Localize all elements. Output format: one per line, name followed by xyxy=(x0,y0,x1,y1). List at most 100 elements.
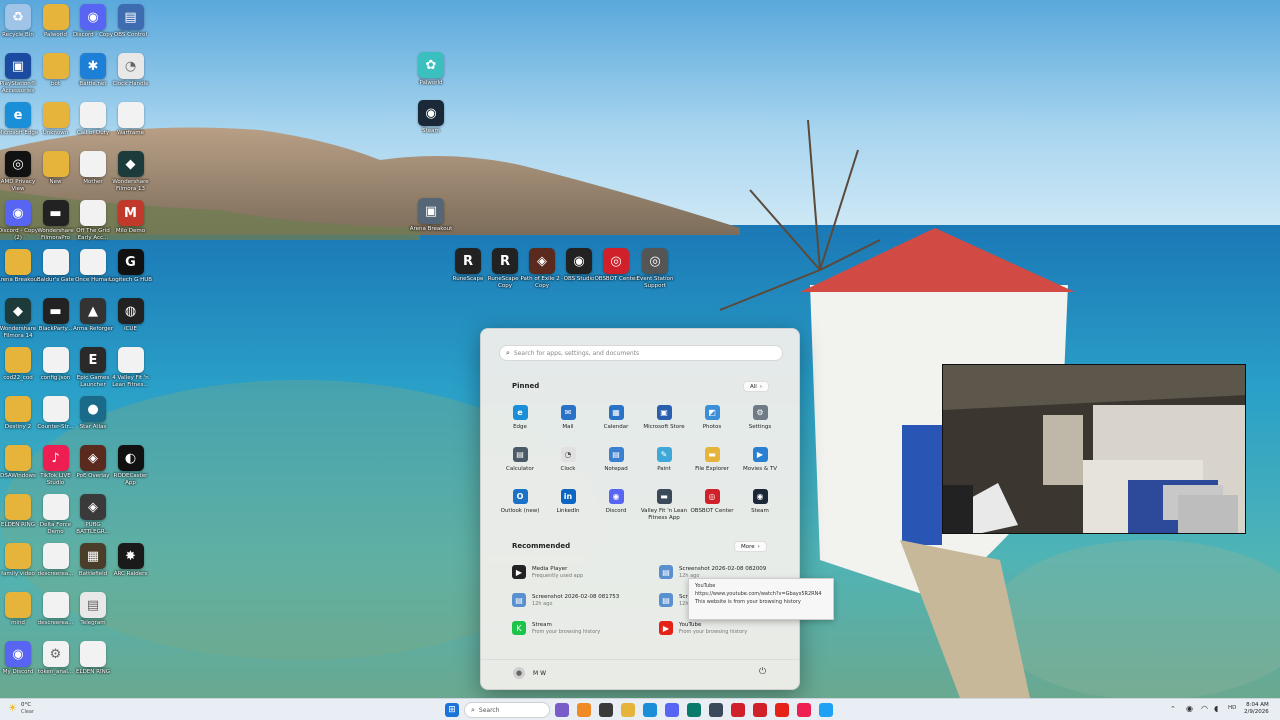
steam-icon[interactable] xyxy=(709,703,723,717)
pinned-app[interactable]: ◉ Steam xyxy=(736,489,784,515)
paint-icon[interactable] xyxy=(577,703,591,717)
pinned-app[interactable]: ◔ Clock xyxy=(544,447,592,473)
start-button[interactable]: ⊞ xyxy=(445,703,459,717)
pinned-app[interactable]: ▦ Calendar xyxy=(592,405,640,431)
recommended-item[interactable]: ▤ Screenshot 2026-02-08 081753 12h ago xyxy=(512,593,652,607)
divider xyxy=(481,659,799,660)
tray-chevron-icon[interactable]: ⌃ xyxy=(1170,705,1176,713)
desktop-icon[interactable]: Warframe xyxy=(108,102,154,137)
desktop-icon-image: ▣ xyxy=(5,53,31,79)
pinned-app[interactable]: ◉ Discord xyxy=(592,489,640,515)
pinned-app[interactable]: ✎ Paint xyxy=(640,447,688,473)
desktop-icon-label: iCUE xyxy=(124,326,137,332)
network-icon[interactable]: ◉ xyxy=(1186,704,1193,713)
pinned-app[interactable]: in LinkedIn xyxy=(544,489,592,515)
start-search-input[interactable]: ⌕ Search for apps, settings, and documen… xyxy=(499,345,783,361)
recommended-item[interactable]: ▤ Screenshot 2026-02-08 082009 12h ago xyxy=(659,565,799,579)
more-button[interactable]: More › xyxy=(734,541,767,552)
desktop-icon[interactable]: ◉ Steam xyxy=(408,100,454,135)
app-icon: ▣ xyxy=(656,405,672,420)
desktop-icon[interactable]: ◐ RODECaster App xyxy=(108,445,154,486)
desktop-icon[interactable]: 4 Valley Fit 'n Lean Fitnes... xyxy=(108,347,154,388)
recommended-item[interactable]: ▶ Media Player Frequently used app xyxy=(512,565,652,579)
discord-icon[interactable] xyxy=(665,703,679,717)
desktop-icon-image xyxy=(42,53,69,79)
copilot-icon[interactable] xyxy=(555,703,569,717)
file-explorer-icon[interactable] xyxy=(621,703,635,717)
desktop-icon[interactable]: ✸ ARC Raiders xyxy=(108,543,154,578)
twitter-icon[interactable] xyxy=(819,703,833,717)
desktop-icon[interactable]: ◔ Clock Handle xyxy=(108,53,154,88)
pinned-app[interactable]: ▬ File Explorer xyxy=(688,447,736,473)
desktop-icon[interactable]: ✿ Palworld xyxy=(408,52,454,87)
power-icon[interactable]: ⏻ xyxy=(759,667,766,677)
desktop-icon-label: PoE Overlay xyxy=(76,473,110,479)
desktop-icon-label: Battle.net xyxy=(79,81,107,87)
app-label: Settings xyxy=(748,424,772,430)
pinned-app[interactable]: ◎ OBSBOT Center xyxy=(688,489,736,515)
edge-icon[interactable] xyxy=(643,703,657,717)
desktop-icon-image: E xyxy=(80,347,106,373)
weather-temp: 0°C xyxy=(20,702,32,708)
desktop-icon[interactable]: G Logitech G HUB xyxy=(108,249,154,284)
recommended-item[interactable]: ▶ YouTube From your browsing history xyxy=(659,621,799,635)
desktop-icon-image: ♻ xyxy=(5,4,31,30)
tooltip-note: This website is from your browsing histo… xyxy=(695,599,801,605)
user-account-button[interactable]: ● M W xyxy=(513,667,546,679)
more-label: More xyxy=(741,543,755,550)
desktop-icon[interactable]: ▤ Telegram xyxy=(70,592,116,627)
desktop-icon-label: Counter-Str... xyxy=(37,424,74,430)
desktop-icon[interactable]: ▣ Arena Breakout xyxy=(408,198,454,233)
pinned-app[interactable]: e Edge xyxy=(496,405,544,431)
pinned-app[interactable]: ◩ Photos xyxy=(688,405,736,431)
pinned-title: Pinned xyxy=(512,382,540,390)
app-icon: ◉ xyxy=(608,489,624,504)
pinned-app[interactable]: ▬ Valley Fit 'n Lean Fitness App xyxy=(640,489,688,521)
app-label: Paint xyxy=(657,466,671,472)
wifi-icon[interactable]: ◠ xyxy=(1201,704,1208,713)
pinned-app[interactable]: ⚙ Settings xyxy=(736,405,784,431)
pinned-app[interactable]: ▣ Microsoft Store xyxy=(640,405,688,431)
desktop-icon[interactable]: ◍ iCUE xyxy=(108,298,154,333)
clock-area[interactable]: 8:04 AM 2/9/2026 xyxy=(1244,702,1269,716)
all-apps-button[interactable]: All › xyxy=(743,381,770,392)
desktop-icon-image: ◔ xyxy=(117,53,144,79)
desktop-icon-label: RuneScape xyxy=(452,276,484,282)
desktop-icon-image xyxy=(80,151,106,177)
recommended-title: Media Player xyxy=(532,565,568,572)
volume-icon[interactable]: ◖ xyxy=(1214,704,1218,713)
language-indicator[interactable]: HD xyxy=(1228,705,1236,711)
pinned-app[interactable]: ✉ Mail xyxy=(544,405,592,431)
pinned-app[interactable]: ▤ Notepad xyxy=(592,447,640,473)
desktop-icon[interactable]: ◈ PUBG BATTLEGR... xyxy=(70,494,116,535)
desktop-icon-image: ◎ xyxy=(603,248,629,274)
obs-icon[interactable] xyxy=(731,703,745,717)
youtube-icon[interactable] xyxy=(775,703,789,717)
desktop-icon-label: OBS Control xyxy=(113,32,148,38)
weather-widget[interactable]: ☀ 0°C Clear xyxy=(8,702,34,715)
obsbot-icon[interactable] xyxy=(753,703,767,717)
desktop-icon-image: R xyxy=(492,248,518,274)
app-icon[interactable] xyxy=(687,703,701,717)
desktop-icon[interactable]: ◎ Event Station Support xyxy=(632,248,678,289)
desktop-icon[interactable]: ELDEN RING xyxy=(70,641,116,676)
desktop-icon[interactable]: ● Star Atlas xyxy=(70,396,116,431)
pinned-app[interactable]: O Outlook (new) xyxy=(496,489,544,515)
weather-desc: Clear xyxy=(20,709,35,715)
tiktok-icon[interactable] xyxy=(797,703,811,717)
app-icon: ◔ xyxy=(560,447,576,462)
recommended-item[interactable]: K Stream From your browsing history xyxy=(512,621,652,635)
desktop-icon-image: R xyxy=(455,248,481,274)
desktop-icon-image: ⚙ xyxy=(42,641,69,667)
pinned-app[interactable]: ▶ Movies & TV xyxy=(736,447,784,473)
task-view-icon[interactable] xyxy=(599,703,613,717)
desktop-icon[interactable]: ◆ Wondershare Filmora 13 xyxy=(108,151,154,192)
desktop-icon[interactable]: ▤ OBS Control xyxy=(108,4,154,39)
pinned-app[interactable]: ▤ Calculator xyxy=(496,447,544,473)
desktop-icon[interactable]: M Milo Demo xyxy=(108,200,154,235)
taskbar-search-box[interactable]: ⌕ Search xyxy=(464,702,550,718)
desktop-icon-label: BlackParty... xyxy=(38,326,73,332)
desktop-icon-label: Palworld xyxy=(419,80,443,86)
desktop-icon-label: mind xyxy=(11,620,25,626)
desktop-icon-label: Telegram xyxy=(80,620,106,626)
